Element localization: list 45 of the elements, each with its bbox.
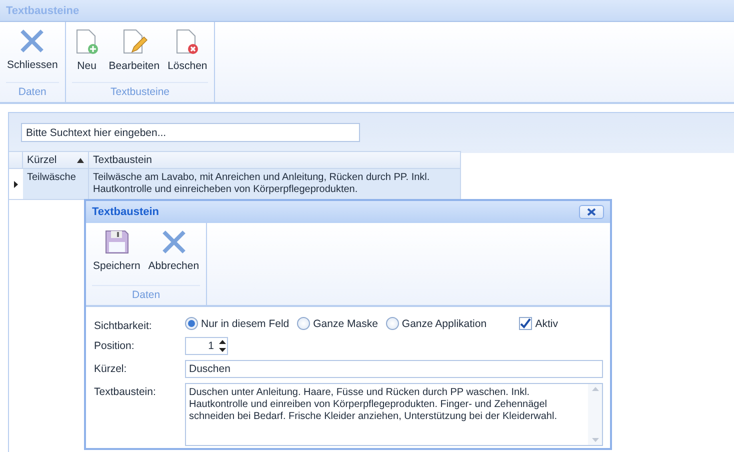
ribbon-button[interactable]: Bearbeiten: [106, 26, 163, 82]
ribbon-button[interactable]: Speichern: [90, 227, 144, 285]
field-label: Kürzel:: [94, 362, 128, 375]
checkbox-label: Aktiv: [535, 318, 558, 330]
table-cell: Teilwäsche am Lavabo, mit Anreichen und Anleitung, Rücken durch PP. Inkl. Hautkontrolle und einreicheben von Körperpflegeprodukten.: [89, 169, 461, 200]
spinner-value: 1: [207, 340, 215, 352]
group-label: Daten: [92, 285, 200, 305]
radio-button[interactable]: [386, 317, 399, 330]
checkbox[interactable]: [519, 317, 532, 330]
radio-option[interactable]: Nur in diesem Feld: [185, 317, 290, 330]
search-field[interactable]: Bitte Suchtext hier eingeben...: [21, 123, 360, 142]
radio-option[interactable]: Ganze Maske: [297, 317, 378, 330]
field-label: Position:: [94, 339, 136, 352]
radio-button[interactable]: [297, 317, 310, 330]
close-icon: [19, 28, 46, 54]
short-name-field[interactable]: Duschen: [185, 360, 603, 378]
radio-button[interactable]: [185, 317, 198, 330]
sort-ascending-icon: [77, 158, 84, 162]
radio-option[interactable]: Ganze Applikation: [386, 317, 487, 330]
ribbon-button[interactable]: Schliessen: [4, 26, 61, 82]
column-label: Textbaustein: [93, 154, 152, 166]
column-header[interactable]: Kürzel: [23, 151, 89, 169]
close-icon: [160, 229, 187, 255]
radio-label: Ganze Applikation: [402, 318, 487, 330]
column-label: Kürzel: [27, 154, 57, 166]
ribbon-button[interactable]: Neu: [70, 26, 104, 82]
radio-label: Nur in diesem Feld: [201, 318, 290, 330]
table-cell: Teilwäsche: [23, 169, 89, 200]
column-header[interactable]: Textbaustein: [89, 151, 461, 169]
checkmark-icon: [520, 318, 532, 329]
field-label: Textbaustein:: [94, 385, 157, 398]
radio-label: Ganze Maske: [313, 318, 378, 330]
group-label: Daten: [6, 82, 59, 102]
close-button[interactable]: [579, 205, 604, 219]
field-label: Sichtbarkeit:: [94, 319, 153, 332]
group-label: Textbusteine: [72, 82, 208, 102]
close-icon: [587, 208, 596, 216]
ribbon-button[interactable]: Abbrechen: [145, 227, 202, 285]
spin-arrows-icon[interactable]: [218, 339, 227, 353]
window-title: Textbausteine: [6, 4, 80, 16]
active-checkbox-option[interactable]: Aktiv: [519, 317, 558, 330]
ribbon-button[interactable]: Löschen: [164, 26, 210, 82]
position-spinner[interactable]: 1: [185, 337, 228, 355]
current-row-icon: [14, 180, 18, 188]
dialog-title: Textbaustein: [92, 206, 160, 218]
